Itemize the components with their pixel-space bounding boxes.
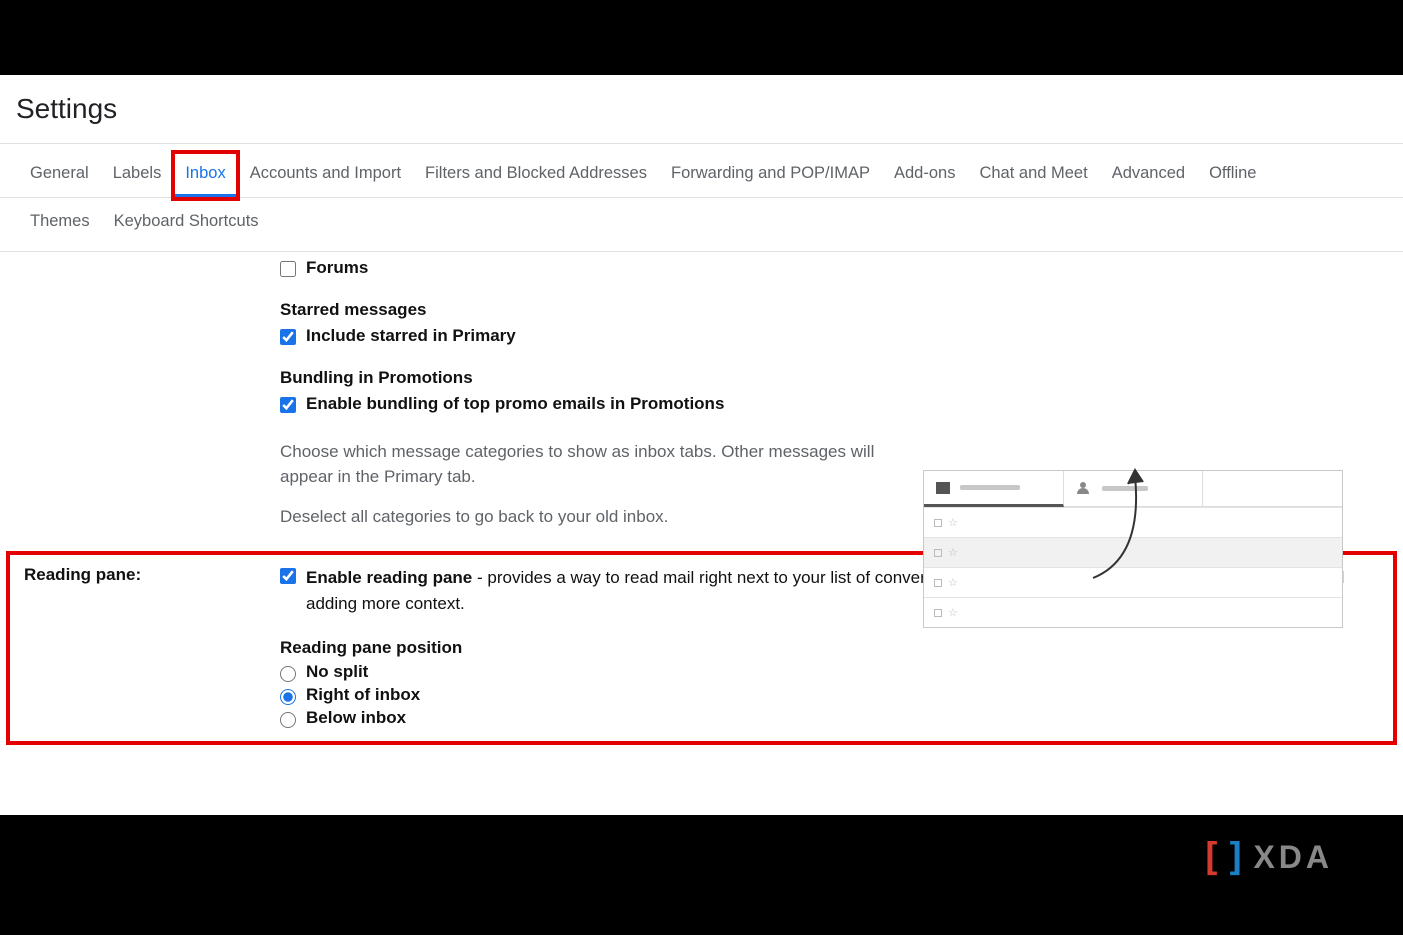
no-split-radio[interactable] [280, 666, 296, 682]
xda-logo: [] XDA [1200, 835, 1333, 879]
tab-labels[interactable]: Labels [103, 154, 172, 197]
no-split-label: No split [306, 662, 368, 682]
bracket-right-icon: ] [1225, 835, 1248, 879]
below-inbox-label: Below inbox [306, 708, 406, 728]
tab-keyboard[interactable]: Keyboard Shortcuts [104, 206, 269, 237]
preview-row: ☆ [924, 537, 1342, 567]
settings-tabs-row1: General Labels Inbox Accounts and Import… [0, 144, 1403, 198]
settings-tabs-row2: Themes Keyboard Shortcuts [0, 198, 1403, 252]
forums-checkbox[interactable] [280, 261, 296, 277]
tab-offline[interactable]: Offline [1199, 154, 1266, 197]
inbox-preview: ☆ ☆ ☆ ☆ [923, 470, 1343, 628]
enable-reading-pane-label: Enable reading pane [306, 568, 472, 587]
people-icon [1076, 483, 1092, 495]
right-of-inbox-label: Right of inbox [306, 685, 420, 705]
page-title: Settings [0, 75, 1403, 143]
include-starred-checkbox[interactable] [280, 329, 296, 345]
preview-tab-social [1064, 471, 1204, 507]
bracket-left-icon: [ [1200, 835, 1223, 879]
preview-tab-primary [924, 471, 1064, 507]
inbox-icon [936, 482, 950, 494]
tab-themes[interactable]: Themes [20, 206, 100, 237]
preview-row: ☆ [924, 567, 1342, 597]
tab-addons[interactable]: Add-ons [884, 154, 965, 197]
tab-general[interactable]: General [20, 154, 99, 197]
preview-tab-empty [1203, 471, 1342, 507]
forums-label: Forums [306, 258, 368, 278]
bundling-heading: Bundling in Promotions [280, 368, 1387, 388]
tab-accounts[interactable]: Accounts and Import [240, 154, 411, 197]
enable-bundling-label: Enable bundling of top promo emails in P… [306, 394, 724, 414]
tab-filters[interactable]: Filters and Blocked Addresses [415, 154, 657, 197]
tab-advanced[interactable]: Advanced [1102, 154, 1195, 197]
right-of-inbox-radio[interactable] [280, 689, 296, 705]
preview-bar [960, 485, 1020, 490]
below-inbox-radio[interactable] [280, 712, 296, 728]
enable-bundling-checkbox[interactable] [280, 397, 296, 413]
starred-heading: Starred messages [280, 300, 1387, 320]
tab-forwarding[interactable]: Forwarding and POP/IMAP [661, 154, 880, 197]
reading-pane-section-label: Reading pane: [24, 565, 280, 585]
tab-chat[interactable]: Chat and Meet [969, 154, 1097, 197]
reading-pane-position-heading: Reading pane position [280, 638, 1383, 658]
preview-bar [1102, 486, 1148, 491]
preview-row: ☆ [924, 507, 1342, 537]
tab-inbox[interactable]: Inbox [175, 154, 235, 197]
enable-reading-pane-checkbox[interactable] [280, 568, 296, 584]
xda-text: XDA [1253, 839, 1333, 876]
preview-row: ☆ [924, 597, 1342, 627]
include-starred-label: Include starred in Primary [306, 326, 516, 346]
category-description: Choose which message categories to show … [280, 440, 880, 489]
